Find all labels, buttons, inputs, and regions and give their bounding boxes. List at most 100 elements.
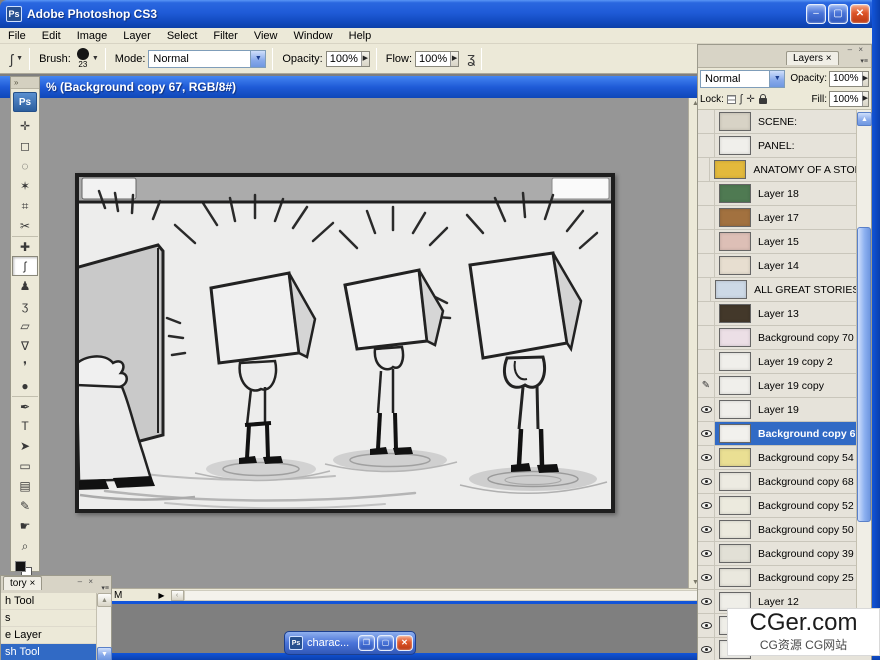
menu-item[interactable]: Window	[286, 28, 341, 44]
pen-tool[interactable]: ✒	[12, 396, 38, 416]
path-selection-tool[interactable]: ➤	[12, 436, 38, 456]
visibility-toggle[interactable]	[698, 518, 715, 541]
panel-menu-icon[interactable]: ▾≡	[101, 584, 109, 592]
layer-row[interactable]: PANEL:	[698, 134, 871, 158]
marquee-tool[interactable]: ◻	[12, 136, 38, 156]
scroll-up-icon[interactable]: ▲	[857, 112, 872, 126]
maximize-button[interactable]: ▢	[828, 4, 848, 24]
visibility-toggle[interactable]	[698, 494, 715, 517]
minimize-button[interactable]: –	[806, 4, 826, 24]
layer-row[interactable]: Background copy 68	[698, 470, 871, 494]
layer-thumbnail[interactable]	[719, 568, 751, 587]
layer-row[interactable]: Layer 14	[698, 254, 871, 278]
layer-thumbnail[interactable]	[719, 112, 751, 131]
history-state[interactable]: e Layer	[1, 627, 98, 644]
layer-blend-mode-select[interactable]: Normal ▼	[700, 70, 785, 88]
layer-thumbnail[interactable]	[719, 400, 751, 419]
visibility-toggle[interactable]	[698, 326, 715, 349]
visibility-toggle[interactable]	[698, 638, 715, 660]
layer-thumbnail[interactable]	[719, 496, 751, 515]
clone-stamp-tool[interactable]: ♟	[12, 276, 38, 296]
layer-name[interactable]: Layer 19 copy 2	[758, 356, 833, 368]
layer-thumbnail[interactable]	[719, 328, 751, 347]
slider-arrow-icon[interactable]: ▶	[361, 52, 369, 66]
layer-name[interactable]: ALL GREAT STORIES ...	[754, 284, 871, 296]
document-title-bar[interactable]: % (Background copy 67, RGB/8#)	[0, 76, 702, 98]
layer-row[interactable]: Layer 17	[698, 206, 871, 230]
hand-tool[interactable]: ☛	[12, 516, 38, 536]
blend-mode-select[interactable]: Normal ▼	[148, 50, 266, 68]
chevron-down-icon[interactable]: ▼	[769, 71, 784, 87]
type-tool[interactable]: T	[12, 416, 38, 436]
restore-button[interactable]: ❐	[358, 635, 375, 651]
layer-name[interactable]: Layer 18	[758, 188, 799, 200]
scrollbar-thumb[interactable]	[857, 227, 871, 522]
layer-name[interactable]: Layer 19	[758, 404, 799, 416]
visibility-toggle[interactable]	[698, 590, 715, 613]
visibility-toggle[interactable]	[698, 230, 715, 253]
layer-thumbnail[interactable]	[719, 208, 751, 227]
visibility-toggle[interactable]	[698, 470, 715, 493]
lock-image-icon[interactable]: ʃ	[740, 93, 742, 105]
visibility-toggle[interactable]	[698, 278, 711, 301]
magic-wand-tool[interactable]: ✶	[12, 176, 38, 196]
layer-row[interactable]: Background copy 54	[698, 446, 871, 470]
visibility-toggle[interactable]	[698, 134, 715, 157]
layer-row[interactable]: Background copy 67	[698, 422, 871, 446]
visibility-toggle[interactable]	[698, 254, 715, 277]
layer-row[interactable]: ANATOMY OF A STOR...	[698, 158, 871, 182]
layer-thumbnail[interactable]	[719, 256, 751, 275]
lock-position-icon[interactable]: ✛	[746, 94, 754, 105]
visibility-toggle[interactable]	[698, 206, 715, 229]
airbrush-toggle[interactable]: ʓ	[467, 50, 475, 67]
menu-item[interactable]: Image	[69, 28, 116, 44]
panel-minimize-close-icons[interactable]: – ×	[848, 45, 865, 54]
menu-item[interactable]: Filter	[205, 28, 245, 44]
slider-arrow-icon[interactable]: ▶	[862, 92, 868, 106]
blur-tool[interactable]: ❜	[12, 356, 38, 376]
menu-item[interactable]: View	[246, 28, 286, 44]
slider-arrow-icon[interactable]: ▶	[862, 72, 868, 86]
history-state[interactable]: s	[1, 610, 98, 627]
paint-bucket-tool[interactable]: ∇	[12, 336, 38, 356]
lock-all-icon[interactable]	[759, 98, 767, 104]
layer-name[interactable]: Background copy 70	[758, 332, 854, 344]
layer-name[interactable]: Layer 14	[758, 260, 799, 272]
layer-row[interactable]: Background copy 39	[698, 542, 871, 566]
layers-tab[interactable]: Layers ×	[786, 51, 839, 65]
layer-row[interactable]: Layer 19 copy	[698, 374, 871, 398]
layer-row[interactable]: Background copy 50	[698, 518, 871, 542]
layer-thumbnail[interactable]	[719, 136, 751, 155]
layer-thumbnail[interactable]	[719, 472, 751, 491]
layer-row[interactable]: SCENE:	[698, 110, 871, 134]
layer-name[interactable]: Background copy 25	[758, 572, 854, 584]
layer-thumbnail[interactable]	[714, 160, 746, 179]
layer-row[interactable]: Background copy 25	[698, 566, 871, 590]
canvas-area[interactable]	[0, 98, 688, 588]
visibility-toggle[interactable]	[698, 422, 715, 445]
menu-item[interactable]: Layer	[115, 28, 159, 44]
layer-name[interactable]: Layer 19 copy	[758, 380, 824, 392]
layer-name[interactable]: Background copy 39	[758, 548, 854, 560]
menu-item[interactable]: Select	[159, 28, 206, 44]
layer-name[interactable]: ANATOMY OF A STOR...	[753, 164, 871, 176]
flow-input[interactable]: 100% ▶	[415, 51, 459, 67]
visibility-toggle[interactable]	[698, 182, 715, 205]
canvas-artwork[interactable]	[75, 173, 615, 513]
visibility-toggle[interactable]	[698, 302, 715, 325]
visibility-toggle[interactable]	[698, 398, 715, 421]
visibility-toggle[interactable]	[698, 350, 715, 373]
close-button[interactable]: ✕	[850, 4, 870, 24]
close-button[interactable]: ✕	[396, 635, 413, 651]
history-tab[interactable]: tory ×	[3, 576, 42, 590]
layer-thumbnail[interactable]	[715, 280, 747, 299]
eyedropper-tool[interactable]: ✎	[12, 496, 38, 516]
zoom-tool[interactable]: ⌕	[12, 536, 38, 556]
shape-tool[interactable]: ▭	[12, 456, 38, 476]
visibility-toggle[interactable]	[698, 614, 715, 637]
visibility-toggle[interactable]	[698, 110, 715, 133]
layer-row[interactable]: Layer 13	[698, 302, 871, 326]
scroll-up-icon[interactable]: ▲	[97, 593, 112, 607]
menu-item[interactable]: File	[0, 28, 34, 44]
layer-row[interactable]: Layer 19	[698, 398, 871, 422]
